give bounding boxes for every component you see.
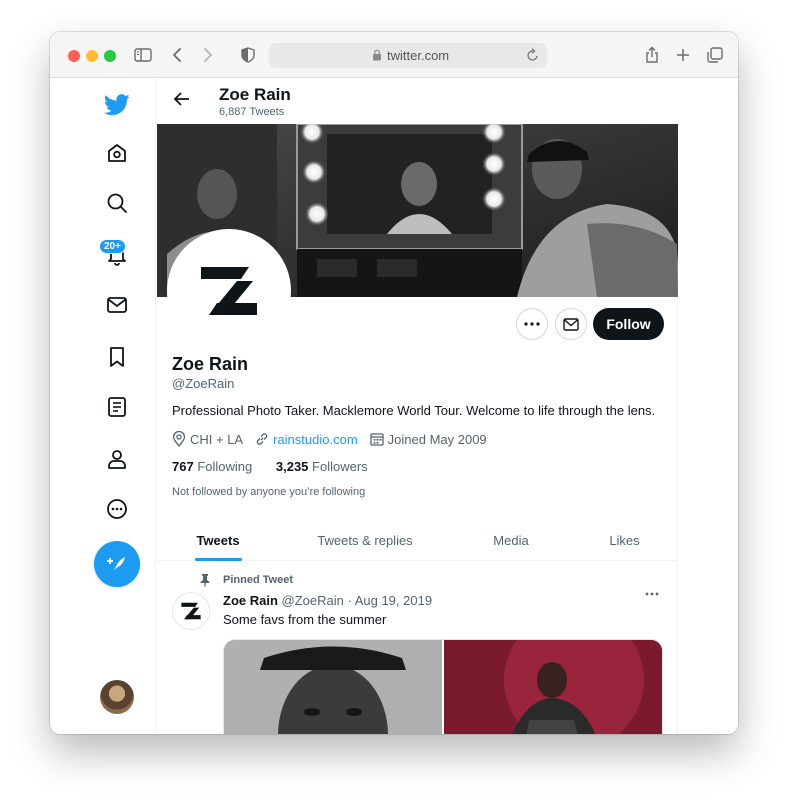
follow-button[interactable]: Follow bbox=[593, 308, 664, 340]
portrait-photo-bw bbox=[224, 640, 442, 734]
messages-icon[interactable] bbox=[105, 293, 129, 317]
more-profile-actions-button[interactable] bbox=[516, 308, 548, 340]
tab-overview-icon[interactable] bbox=[705, 45, 725, 65]
joined-date: Joined May 2009 bbox=[387, 431, 487, 447]
notification-count-badge: 20+ bbox=[99, 239, 126, 254]
minimize-window-button[interactable] bbox=[86, 50, 98, 62]
location-text: CHI + LA bbox=[190, 431, 244, 447]
pin-icon bbox=[200, 574, 210, 587]
followed-by-note: Not followed by anyone you’re following bbox=[172, 486, 366, 498]
header-tweet-count: 6,887 Tweets bbox=[219, 106, 285, 118]
right-sidebar-area bbox=[678, 79, 738, 734]
lock-icon bbox=[373, 49, 381, 61]
bookmarks-icon[interactable] bbox=[105, 345, 129, 369]
tab-media[interactable]: Media bbox=[451, 519, 571, 561]
ellipsis-icon bbox=[524, 322, 540, 326]
joined-item: Joined May 2009 bbox=[370, 432, 487, 447]
close-window-button[interactable] bbox=[68, 50, 80, 62]
tweet-photo-2[interactable] bbox=[444, 640, 662, 734]
privacy-shield-icon[interactable] bbox=[238, 45, 258, 65]
feather-plus-icon bbox=[107, 557, 125, 571]
tweet-photo-1[interactable] bbox=[224, 640, 442, 734]
tab-tweets-replies[interactable]: Tweets & replies bbox=[279, 519, 451, 561]
left-navigation: 20+ bbox=[50, 79, 156, 734]
portrait-photo-red bbox=[444, 640, 662, 734]
profile-header-bar: Zoe Rain 6,887 Tweets bbox=[157, 79, 678, 124]
address-bar[interactable]: twitter.com bbox=[269, 43, 547, 68]
url-text: twitter.com bbox=[387, 48, 450, 63]
forward-nav-icon[interactable] bbox=[198, 45, 218, 65]
follow-stats: 767 Following 3,235 Followers bbox=[172, 459, 388, 474]
twitter-logo-icon[interactable] bbox=[103, 91, 131, 119]
profile-bio: Professional Photo Taker. Macklemore Wor… bbox=[172, 403, 656, 418]
pinned-tweet-label: Pinned Tweet bbox=[200, 574, 294, 587]
more-options-icon[interactable] bbox=[105, 497, 129, 521]
tweet-text: Some favs from the summer bbox=[223, 612, 387, 627]
tweet-header: Zoe Rain @ZoeRain · Aug 19, 2019 bbox=[223, 593, 432, 608]
z-logo-icon bbox=[201, 267, 257, 315]
profile-icon[interactable] bbox=[105, 447, 129, 471]
followers-label: Followers bbox=[312, 459, 368, 474]
back-arrow-icon[interactable] bbox=[173, 91, 191, 107]
browser-toolbar: twitter.com bbox=[50, 32, 738, 78]
link-icon bbox=[256, 433, 268, 445]
twitter-page: 20+ Zoe Rain 6,887 Tweets Follow Zoe Rai… bbox=[50, 79, 738, 734]
profile-column: Zoe Rain 6,887 Tweets Follow Zoe Rain @Z… bbox=[157, 79, 678, 734]
profile-name: Zoe Rain bbox=[172, 354, 249, 374]
sidebar-toggle-icon[interactable] bbox=[133, 45, 153, 65]
home-icon[interactable] bbox=[105, 141, 129, 165]
profile-handle: @ZoeRain bbox=[172, 376, 235, 391]
browser-window: twitter.com 20+ Zoe Rain 6,887 Tweets Fo… bbox=[50, 32, 738, 734]
tweet-author-avatar[interactable] bbox=[172, 592, 210, 630]
compose-tweet-button[interactable] bbox=[94, 541, 140, 587]
location-item: CHI + LA bbox=[172, 431, 243, 447]
envelope-icon bbox=[563, 317, 579, 331]
calendar-icon bbox=[370, 433, 384, 446]
location-pin-icon bbox=[172, 431, 186, 447]
zoom-window-button[interactable] bbox=[104, 50, 116, 62]
tab-likes[interactable]: Likes bbox=[571, 519, 678, 561]
profile-meta: CHI + LA rainstudio.com Joined May 2009 bbox=[172, 431, 499, 447]
website-link[interactable]: rainstudio.com bbox=[273, 432, 358, 447]
z-logo-small-icon bbox=[181, 602, 201, 620]
pinned-text: Pinned Tweet bbox=[223, 574, 294, 586]
following-count: 767 bbox=[172, 459, 194, 474]
account-avatar[interactable] bbox=[100, 680, 134, 714]
reload-icon[interactable] bbox=[527, 48, 539, 62]
tab-tweets[interactable]: Tweets bbox=[157, 519, 279, 561]
profile-avatar[interactable] bbox=[167, 229, 291, 353]
message-user-button[interactable] bbox=[555, 308, 587, 340]
share-icon[interactable] bbox=[642, 45, 662, 65]
followers-link[interactable]: 3,235 Followers bbox=[276, 459, 368, 474]
explore-search-icon[interactable] bbox=[105, 191, 129, 215]
header-profile-name: Zoe Rain bbox=[219, 85, 291, 104]
lists-icon[interactable] bbox=[105, 395, 129, 419]
tweet-media[interactable] bbox=[223, 639, 663, 734]
active-tab-indicator bbox=[195, 558, 242, 561]
back-nav-icon[interactable] bbox=[167, 45, 187, 65]
tweet-handle-date: @ZoeRain · Aug 19, 2019 bbox=[281, 593, 433, 608]
following-label: Following bbox=[197, 459, 253, 474]
website-item: rainstudio.com bbox=[255, 432, 358, 447]
profile-tabs: Tweets Tweets & replies Media Likes bbox=[157, 519, 678, 561]
new-tab-icon[interactable] bbox=[673, 45, 693, 65]
tweet-more-icon[interactable] bbox=[645, 592, 659, 596]
followers-count: 3,235 bbox=[275, 459, 309, 474]
following-link[interactable]: 767 Following bbox=[172, 459, 252, 474]
tweet-author-name[interactable]: Zoe Rain bbox=[223, 593, 278, 608]
